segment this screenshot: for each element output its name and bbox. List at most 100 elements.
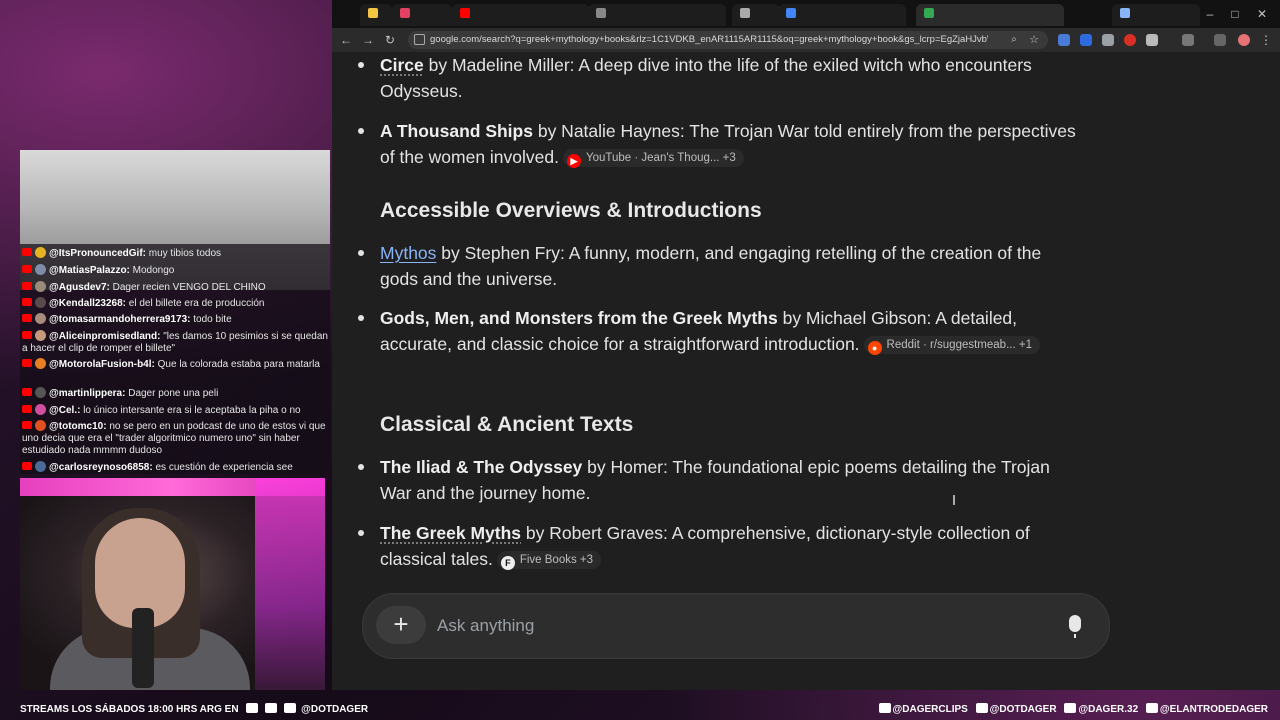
browser-window: – □ ✕ ← → ↻ google.com/search?q=greek+my… xyxy=(332,0,1280,690)
youtube-icon xyxy=(22,265,32,273)
source-chip[interactable]: F Five Books +3 xyxy=(496,551,602,570)
tab-3[interactable] xyxy=(452,4,590,26)
chat-username: @MotorolaFusion-b4l: xyxy=(49,359,155,370)
text-cursor-icon xyxy=(953,495,955,505)
avatar xyxy=(35,247,46,258)
chat-message: @carlosreynoso6858: es cuestión de exper… xyxy=(22,461,328,474)
extension-icon[interactable] xyxy=(1124,34,1136,46)
search-icon[interactable]: ⌕ xyxy=(1006,32,1022,48)
tab-favicon xyxy=(400,8,410,18)
bullet-icon xyxy=(358,62,364,68)
chat-message: @tomasarmandoherrera9173: todo bite xyxy=(22,313,328,326)
gemini-icon xyxy=(1120,8,1130,18)
avatar xyxy=(35,358,46,369)
neon-light xyxy=(255,478,325,690)
tab-5[interactable] xyxy=(732,4,780,26)
source-chip-label: YouTube · Jean's Thoug... +3 xyxy=(586,152,736,164)
bullet-icon xyxy=(358,315,364,321)
tab-2[interactable] xyxy=(392,4,452,26)
menu-icon[interactable]: ⋮ xyxy=(1258,32,1274,48)
chat-text: Dager pone una peli xyxy=(125,388,219,399)
extension-icon[interactable] xyxy=(1058,34,1070,46)
reload-icon[interactable]: ↻ xyxy=(382,32,398,48)
youtube-icon xyxy=(22,388,32,396)
youtube-icon xyxy=(22,282,32,290)
tab-ask-gemini[interactable] xyxy=(1112,4,1200,26)
extension-icon[interactable] xyxy=(1102,34,1114,46)
ask-placeholder[interactable]: Ask anything xyxy=(437,594,534,658)
webcam-feed xyxy=(20,478,325,690)
youtube-icon xyxy=(22,298,32,306)
maximize-icon[interactable]: □ xyxy=(1227,6,1243,22)
book-title-link[interactable]: The Greek Myths xyxy=(380,523,521,543)
chat-message: @Cel.: lo único intersante era si le ace… xyxy=(22,404,328,417)
source-chip-label: Five Books +3 xyxy=(519,554,594,566)
address-url[interactable]: google.com/search?q=greek+mythology+book… xyxy=(430,31,988,49)
footer-left: STREAMS LOS SÁBADOS 18:00 HRS ARG EN @DO… xyxy=(20,700,368,720)
chat-text: es cuestión de experiencia see xyxy=(152,462,293,473)
tiktok-icon xyxy=(1145,703,1158,713)
site-info-icon[interactable] xyxy=(414,34,425,45)
list-item: Circe by Madeline Miller: A deep dive in… xyxy=(358,52,1080,104)
chat-message: @MatiasPalazzo: Modongo xyxy=(22,264,328,277)
avatar xyxy=(35,264,46,275)
avatar xyxy=(35,281,46,292)
chat-text: lo único intersante era si le aceptaba l… xyxy=(80,405,301,416)
forward-icon[interactable]: → xyxy=(360,32,376,48)
tab-google-search[interactable] xyxy=(916,4,1064,26)
youtube-icon xyxy=(22,248,32,256)
tab-6[interactable] xyxy=(778,4,906,26)
schedule-text: STREAMS LOS SÁBADOS 18:00 HRS ARG EN xyxy=(20,704,239,715)
list-item: The Greek Myths by Robert Graves: A comp… xyxy=(358,520,1080,572)
source-chip-label: Reddit · r/suggestmeab... +1 xyxy=(886,339,1032,351)
book-title: Gods, Men, and Monsters from the Greek M… xyxy=(380,308,778,328)
chat-message: @Agusdev7: Dager recien VENGO DEL CHINO xyxy=(22,281,328,294)
downloads-icon[interactable] xyxy=(1214,34,1226,46)
browser-toolbar: ← → ↻ google.com/search?q=greek+mytholog… xyxy=(332,28,1280,52)
avatar xyxy=(35,387,46,398)
avatar xyxy=(35,297,46,308)
stream-footer: STREAMS LOS SÁBADOS 18:00 HRS ARG EN @DO… xyxy=(0,700,1280,720)
profile-avatar[interactable] xyxy=(1238,34,1250,46)
chat-text: Modongo xyxy=(129,265,175,276)
tab-4[interactable] xyxy=(588,4,726,26)
chat-username: @martinlippera: xyxy=(49,388,126,399)
list-item: Gods, Men, and Monsters from the Greek M… xyxy=(358,305,1040,357)
book-title-link[interactable]: Circe xyxy=(380,55,424,75)
tab-favicon xyxy=(740,8,750,18)
list-item: A Thousand Ships by Natalie Haynes: The … xyxy=(358,118,1080,170)
bullet-icon xyxy=(358,530,364,536)
list-item: The Iliad & The Odyssey by Homer: The fo… xyxy=(358,454,1080,506)
tab-strip: – □ ✕ xyxy=(332,0,1280,28)
add-attachment-button[interactable]: + xyxy=(376,606,426,644)
bookmark-star-icon[interactable]: ☆ xyxy=(1026,32,1042,48)
chat-message: @ItsPronouncedGif: muy tibios todos xyxy=(22,247,328,260)
social-handle: @DOTDAGER xyxy=(989,704,1057,715)
back-icon[interactable]: ← xyxy=(338,32,354,48)
address-bar[interactable]: google.com/search?q=greek+mythology+book… xyxy=(408,31,1048,49)
bullet-icon xyxy=(358,464,364,470)
extensions-puzzle-icon[interactable] xyxy=(1146,34,1158,46)
source-chip[interactable]: ● Reddit · r/suggestmeab... +1 xyxy=(863,336,1040,355)
chat-username: @ItsPronouncedGif: xyxy=(49,248,146,259)
footer-handle: @DOTDAGER xyxy=(301,704,369,715)
extension-icon[interactable] xyxy=(1080,34,1092,46)
book-title-link[interactable]: Mythos xyxy=(380,243,436,263)
youtube-icon xyxy=(878,703,891,713)
chat-text: el del billete era de producción xyxy=(126,298,265,309)
source-chip[interactable]: ▶ YouTube · Jean's Thoug... +3 xyxy=(563,149,744,168)
ask-anything-input[interactable]: + Ask anything xyxy=(362,593,1110,659)
close-icon[interactable]: ✕ xyxy=(1254,6,1270,22)
minimize-icon[interactable]: – xyxy=(1202,6,1218,22)
social-handle: @DAGERCLIPS xyxy=(892,704,968,715)
youtube-icon xyxy=(22,421,32,429)
chat-username: @totomc10: xyxy=(49,421,107,432)
sidebar-icon[interactable] xyxy=(1182,34,1194,46)
microphone-icon[interactable] xyxy=(1069,615,1081,638)
footer-right: @DAGERCLIPS @DOTDAGER @DAGER.32 @ELANTRO… xyxy=(874,700,1268,720)
avatar xyxy=(35,461,46,472)
book-title: A Thousand Ships xyxy=(380,121,533,141)
section-heading: Classical & Ancient Texts xyxy=(380,413,634,436)
tab-1[interactable] xyxy=(360,4,392,26)
section-heading: Accessible Overviews & Introductions xyxy=(380,199,762,222)
